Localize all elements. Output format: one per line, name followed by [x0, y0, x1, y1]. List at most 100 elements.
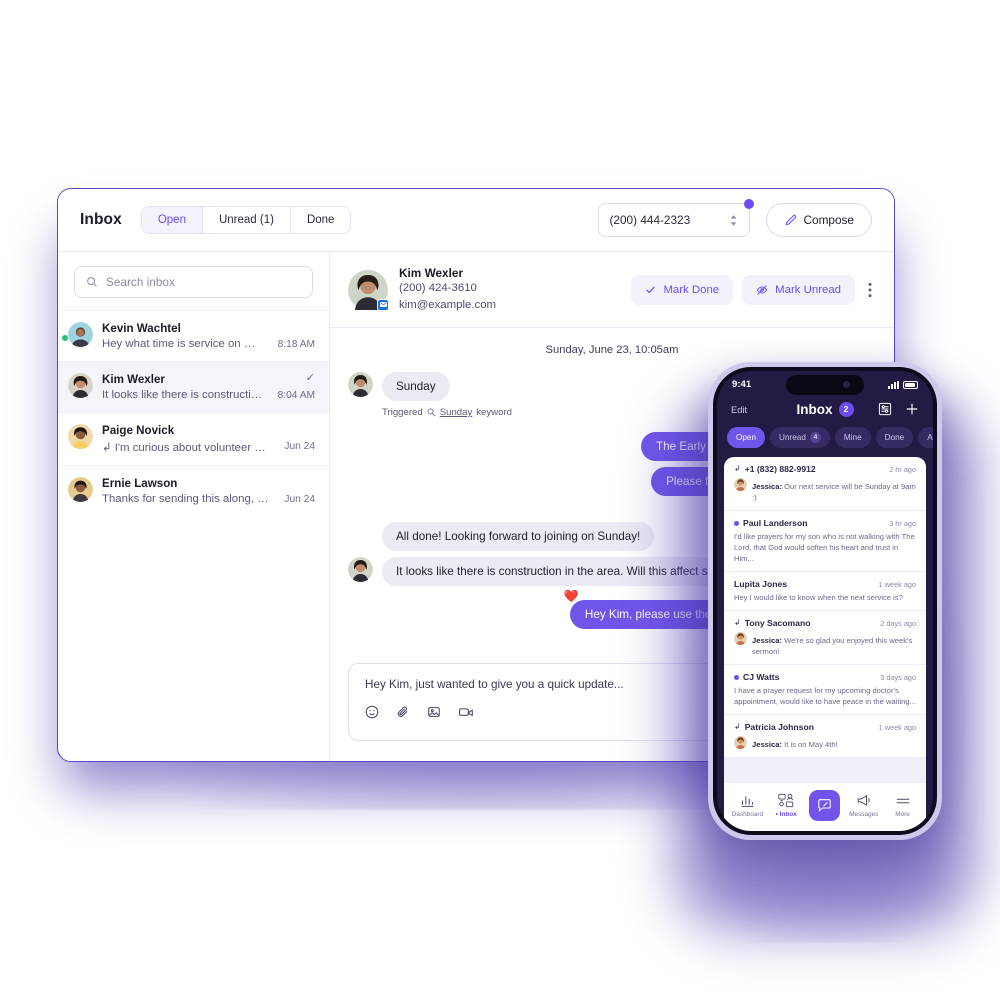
inbox-filter-tabs: Open Unread (1) Done [140, 206, 352, 234]
battery-icon [903, 380, 918, 389]
phone-tab-done[interactable]: Done [875, 427, 914, 448]
window-toolbar: Inbox Open Unread (1) Done (200) 444-232… [58, 189, 894, 251]
phone-list-item[interactable]: ↲ Tony Sacomano 2 days ago Jessica: We'r… [724, 611, 926, 665]
avatar [734, 632, 747, 645]
conversation-preview: It looks like there is construction in..… [102, 389, 265, 401]
conversation-preview: ↲ I'm curious about volunteer opp... [102, 440, 270, 454]
reply-arrow-icon: ↲ [734, 722, 741, 731]
phone-tab-unread[interactable]: Unread 4 [770, 427, 830, 448]
menu-icon [895, 794, 911, 808]
header-actions: Mark Done Mark Unread [631, 274, 876, 305]
screenshot-stage: Inbox Open Unread (1) Done (200) 444-232… [0, 0, 1000, 1000]
phone-tab-open[interactable]: Open [727, 427, 766, 448]
keyword-icon [427, 408, 436, 417]
phone-tab-label: Unread [779, 433, 806, 442]
phone-tab-messages[interactable]: Messages [844, 793, 883, 818]
phone-list-item[interactable]: Paul Landerson 3 hr ago I'd like prayers… [724, 511, 926, 572]
conversation-preview: Hey what time is service on Wedne... [102, 338, 265, 350]
phone-item-name: Patricia Johnson [744, 722, 814, 732]
avatar [734, 478, 747, 491]
phone-tab-inbox[interactable]: • Inbox [767, 793, 806, 818]
edit-button[interactable]: Edit [731, 404, 747, 415]
toolbar-right: (200) 444-2323 Compose [597, 199, 872, 237]
status-time: 9:41 [732, 379, 752, 390]
phone-item-preview: I have a prayer request for my upcoming … [734, 686, 916, 706]
unread-dot [734, 520, 739, 526]
mark-unread-button[interactable]: Mark Unread [742, 274, 855, 305]
add-icon[interactable] [905, 402, 919, 416]
filter-icon[interactable] [878, 402, 892, 416]
phone-tab-all[interactable]: All [918, 427, 933, 448]
search-input[interactable]: Search inbox [74, 266, 313, 298]
phone-tab-label: More [895, 810, 910, 818]
conversation-text: Ernie Lawson Thanks for sending this alo… [102, 477, 271, 505]
chevron-updown-icon [729, 214, 738, 227]
phone-item-sender: Jessica: [752, 740, 782, 749]
conversation-list-item[interactable]: Paige Novick ↲ I'm curious about volunte… [58, 412, 329, 465]
phone-number-value: (200) 444-2323 [609, 213, 691, 227]
phone-status-bar: 9:41 [717, 371, 933, 398]
phone-tab-dashboard[interactable]: Dashboard [728, 793, 767, 818]
phone-item-time: 2 hr ago [889, 464, 916, 474]
phone-item-header: ↲ Tony Sacomano 2 days ago [734, 618, 916, 628]
phone-filter-tabs: Open Unread 4 Mine Done All [717, 422, 933, 457]
phone-item-preview: Jessica: It is on May 4th! [752, 739, 838, 750]
channel-badge-icon [377, 298, 389, 311]
signal-icon [888, 380, 899, 389]
tab-unread[interactable]: Unread (1) [202, 207, 291, 233]
page-title: Inbox [80, 211, 122, 228]
phone-item-name: CJ Watts [743, 672, 780, 682]
phone-tab-count: 4 [809, 432, 821, 443]
contact-email: kim@example.com [399, 298, 497, 311]
day-divider: Sunday, June 23, 10:05am [545, 344, 679, 357]
emoji-icon[interactable] [365, 705, 379, 719]
avatar [68, 477, 93, 502]
phone-item-name: +1 (832) 882-9912 [744, 464, 816, 474]
phone-tab-label: • Inbox [775, 811, 797, 818]
attachment-icon[interactable] [396, 705, 410, 719]
conversation-meta: ✓ Jun 24 [280, 477, 315, 505]
conversation-name: Kevin Wachtel [102, 322, 181, 335]
phone-item-preview: Jessica: Our next service will be Sunday… [752, 481, 916, 503]
phone-item-header: Paul Landerson 3 hr ago [734, 518, 916, 528]
phone-list-item[interactable]: Lupita Jones 1 week ago Hey I would like… [724, 572, 926, 611]
phone-item-name: Tony Sacomano [744, 618, 811, 628]
phone-item-body: Jessica: Our next service will be Sunday… [734, 478, 916, 503]
conversation-time: 8:18 AM [277, 339, 315, 350]
conversation-list-item[interactable]: Kevin Wachtel Hey what time is service o… [58, 310, 329, 361]
conversation-time: Jun 24 [284, 441, 315, 452]
phone-list-item[interactable]: ↲ Patricia Johnson 1 week ago Jessica: I… [724, 715, 926, 758]
phone-item-body: Jessica: We're so glad you enjoyed this … [734, 632, 916, 657]
phone-item-name: Paul Landerson [743, 518, 808, 528]
unread-dot [734, 674, 739, 680]
phone-list-item[interactable]: ↲ +1 (832) 882-9912 2 hr ago Jessica: Ou… [724, 457, 926, 511]
tab-done[interactable]: Done [290, 207, 351, 233]
notification-dot [743, 199, 754, 209]
search-icon [86, 276, 98, 288]
conversation-list-item[interactable]: Kim Wexler It looks like there is constr… [58, 361, 329, 412]
phone-screen: 9:41 Edit Inbox 2 Open Unread 4 Mine Don… [717, 371, 933, 831]
phone-number-select[interactable]: (200) 444-2323 [597, 199, 754, 237]
mark-done-button[interactable]: Mark Done [631, 274, 734, 305]
phone-list-item[interactable]: CJ Watts 3 days ago I have a prayer requ… [724, 665, 926, 715]
video-icon[interactable] [458, 705, 474, 719]
conversation-list-item[interactable]: Ernie Lawson Thanks for sending this alo… [58, 465, 329, 516]
phone-inbox-list[interactable]: ↲ +1 (832) 882-9912 2 hr ago Jessica: Ou… [724, 457, 926, 783]
avatar [68, 424, 93, 449]
compose-fab-icon [809, 790, 841, 821]
mark-done-label: Mark Done [663, 283, 720, 296]
conversation-meta: ✓ Jun 24 [280, 424, 315, 452]
tab-open[interactable]: Open [141, 207, 203, 233]
more-options-icon[interactable] [864, 282, 876, 298]
phone-compose-fab[interactable] [806, 790, 845, 821]
compose-label: Compose [803, 213, 855, 227]
phone-item-time: 3 days ago [880, 672, 916, 682]
phone-tab-label: All [927, 433, 933, 442]
heart-reaction-icon: ❤️ [563, 589, 579, 604]
check-icon [645, 284, 656, 295]
phone-tab-more[interactable]: More [883, 794, 922, 818]
compose-button[interactable]: Compose [765, 203, 872, 237]
reply-arrow-icon: ↲ [102, 442, 112, 454]
phone-tab-mine[interactable]: Mine [834, 427, 871, 448]
image-icon[interactable] [427, 705, 441, 719]
